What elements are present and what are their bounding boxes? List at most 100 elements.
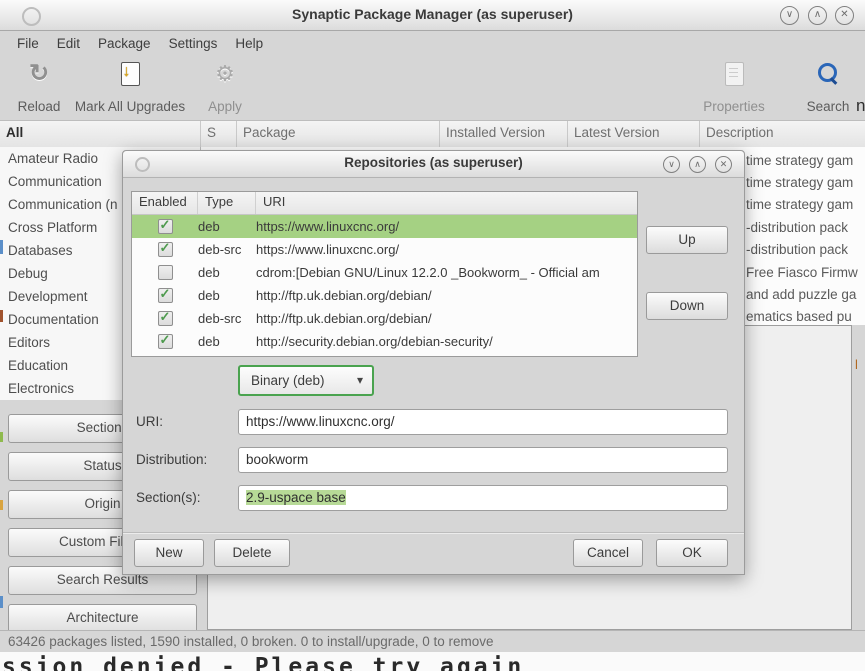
- properties-icon: [725, 62, 744, 86]
- mark-all-upgrades-icon: ↓: [121, 62, 140, 86]
- repositories-dialog: Repositories (as superuser) ∨ ∧ ✕ Enable…: [122, 150, 745, 575]
- sidebar-header-all[interactable]: All: [0, 121, 201, 147]
- dialog-minimize-button[interactable]: ∨: [663, 156, 680, 173]
- search-button[interactable]: Search: [800, 62, 856, 114]
- close-button[interactable]: ✕: [835, 6, 854, 25]
- header-enabled[interactable]: Enabled: [132, 192, 198, 214]
- menu-file[interactable]: File: [8, 36, 48, 51]
- edge-artifact: [0, 432, 3, 442]
- repository-row[interactable]: deb http://security.debian.org/debian-se…: [132, 330, 637, 353]
- enabled-checkbox[interactable]: [158, 334, 173, 349]
- dialog-close-button[interactable]: ✕: [715, 156, 732, 173]
- sections-label: Section(s):: [136, 490, 201, 505]
- repository-row[interactable]: deb cdrom:[Debian GNU/Linux 12.2.0 _Book…: [132, 261, 637, 284]
- chevron-down-icon: ▾: [357, 367, 363, 394]
- cancel-button[interactable]: Cancel: [573, 539, 643, 567]
- column-header-latest-version[interactable]: Latest Version: [568, 121, 700, 147]
- repository-row[interactable]: deb-src https://www.linuxcnc.org/: [132, 238, 637, 261]
- dialog-separator: [123, 532, 744, 533]
- distribution-value: bookworm: [246, 452, 308, 467]
- delete-button[interactable]: Delete: [214, 539, 290, 567]
- edge-artifact: [0, 240, 3, 254]
- minimize-button[interactable]: ∨: [780, 6, 799, 25]
- up-button[interactable]: Up: [646, 226, 728, 254]
- enabled-checkbox[interactable]: [158, 219, 173, 234]
- package-row-description[interactable]: ematics based pu: [746, 306, 852, 325]
- toolbar: ↻ Reload ↓ Mark All Upgrades ⚙ Apply Pro…: [0, 56, 865, 121]
- repo-type: deb: [198, 334, 256, 349]
- distribution-label: Distribution:: [136, 452, 207, 467]
- synaptic-window: Synaptic Package Manager (as superuser) …: [0, 0, 865, 671]
- properties-button[interactable]: Properties: [696, 62, 772, 114]
- repository-row-partial[interactable]: [132, 353, 637, 357]
- repo-uri: https://www.linuxcnc.org/: [256, 219, 637, 234]
- uri-value: https://www.linuxcnc.org/: [246, 414, 395, 429]
- menubar: File Edit Package Settings Help: [0, 31, 865, 56]
- uri-field[interactable]: https://www.linuxcnc.org/: [238, 409, 728, 435]
- dialog-titlebar: Repositories (as superuser) ∨ ∧ ✕: [123, 151, 744, 178]
- column-header-s[interactable]: S: [201, 121, 237, 147]
- package-row-description[interactable]: time strategy gam: [746, 150, 853, 172]
- menu-edit[interactable]: Edit: [48, 36, 89, 51]
- reload-icon: ↻: [29, 62, 49, 86]
- down-button[interactable]: Down: [646, 292, 728, 320]
- enabled-checkbox[interactable]: [158, 311, 173, 326]
- package-row-description[interactable]: time strategy gam: [746, 194, 853, 216]
- window-title: Synaptic Package Manager (as superuser): [0, 6, 865, 22]
- menu-help[interactable]: Help: [226, 36, 272, 51]
- repo-type: deb: [198, 288, 256, 303]
- enabled-checkbox[interactable]: [158, 242, 173, 257]
- main-titlebar: Synaptic Package Manager (as superuser) …: [0, 0, 865, 31]
- uri-label: URI:: [136, 414, 163, 429]
- table-header-row: All S Package Installed Version Latest V…: [0, 121, 865, 148]
- package-row-description[interactable]: Free Fiasco Firmw: [746, 262, 858, 284]
- architecture-button[interactable]: Architecture: [8, 604, 197, 633]
- header-uri[interactable]: URI: [256, 192, 637, 214]
- search-icon: [816, 62, 840, 86]
- ok-button[interactable]: OK: [656, 539, 728, 567]
- menu-settings[interactable]: Settings: [160, 36, 227, 51]
- properties-label: Properties: [703, 99, 765, 114]
- column-header-description[interactable]: Description: [700, 121, 865, 147]
- enabled-checkbox[interactable]: [158, 288, 173, 303]
- repo-uri: http://security.debian.org/debian-securi…: [256, 334, 637, 349]
- column-header-package[interactable]: Package: [237, 121, 440, 147]
- package-row-description[interactable]: -distribution pack: [746, 217, 848, 239]
- repository-row[interactable]: deb http://ftp.uk.debian.org/debian/: [132, 284, 637, 307]
- background-terminal-strip: ssion denied - Please try again: [0, 652, 865, 671]
- package-row-description[interactable]: time strategy gam: [746, 172, 853, 194]
- repo-type: deb: [198, 265, 256, 280]
- package-row-description[interactable]: and add puzzle ga: [746, 284, 856, 306]
- edge-artifact: [0, 310, 3, 322]
- search-label: Search: [807, 99, 850, 114]
- sections-field[interactable]: 2.9-uspace base: [238, 485, 728, 511]
- edge-artifact: [0, 500, 3, 510]
- repo-type: deb-src: [198, 311, 256, 326]
- clipped-text-fragment: n: [856, 96, 865, 116]
- mark-all-upgrades-button[interactable]: ↓ Mark All Upgrades: [66, 62, 194, 114]
- status-text: 63426 packages listed, 1590 installed, 0…: [8, 634, 494, 649]
- terminal-text-fragment: ssion denied - Please try again: [2, 654, 524, 671]
- header-type[interactable]: Type: [198, 192, 256, 214]
- apply-button[interactable]: ⚙ Apply: [198, 62, 252, 114]
- maximize-button[interactable]: ∧: [808, 6, 827, 25]
- type-combobox[interactable]: Binary (deb) ▾: [238, 365, 374, 396]
- package-row-description[interactable]: -distribution pack: [746, 239, 848, 261]
- sections-value: 2.9-uspace base: [246, 490, 346, 505]
- repo-uri: http://ftp.uk.debian.org/debian/: [256, 311, 637, 326]
- reload-label: Reload: [18, 99, 61, 114]
- repo-type: deb: [198, 219, 256, 234]
- dialog-title: Repositories (as superuser): [123, 155, 744, 170]
- repository-row[interactable]: deb https://www.linuxcnc.org/: [132, 215, 637, 238]
- column-header-installed-version[interactable]: Installed Version: [440, 121, 568, 147]
- enabled-checkbox[interactable]: [158, 265, 173, 280]
- dialog-maximize-button[interactable]: ∧: [689, 156, 706, 173]
- repository-row[interactable]: deb-src http://ftp.uk.debian.org/debian/: [132, 307, 637, 330]
- repository-list: Enabled Type URI deb https://www.linuxcn…: [131, 191, 638, 357]
- new-button[interactable]: New: [134, 539, 204, 567]
- repo-uri: http://ftp.uk.debian.org/debian/: [256, 288, 637, 303]
- distribution-field[interactable]: bookworm: [238, 447, 728, 473]
- repo-uri: https://www.linuxcnc.org/: [256, 242, 637, 257]
- menu-package[interactable]: Package: [89, 36, 160, 51]
- apply-label: Apply: [208, 99, 242, 114]
